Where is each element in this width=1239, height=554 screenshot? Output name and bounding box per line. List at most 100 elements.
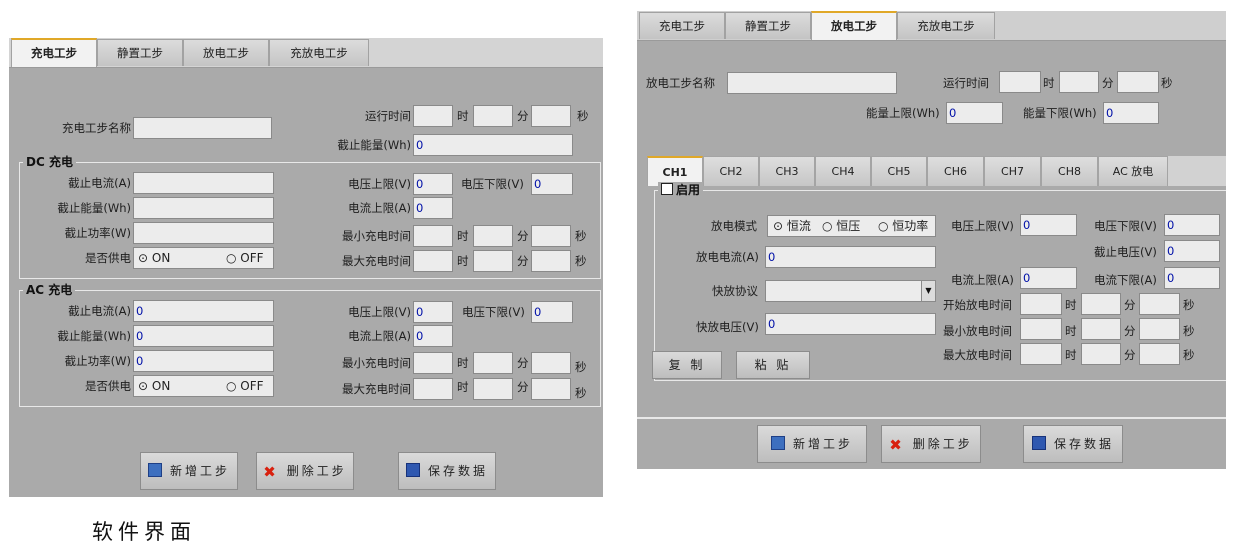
max-time-minutes-field[interactable] bbox=[1081, 343, 1121, 365]
tab-ch4[interactable]: CH4 bbox=[815, 156, 871, 186]
enable-checkbox[interactable]: 启用 bbox=[658, 182, 704, 198]
max-time-hours-field[interactable] bbox=[1020, 343, 1062, 365]
mode-constant-power-radio[interactable]: ○ 恒功率 bbox=[878, 216, 928, 236]
tab-charge-step[interactable]: 充电工步 bbox=[11, 38, 97, 67]
hours-unit: 时 bbox=[457, 109, 469, 123]
ac-max-time-seconds-field[interactable] bbox=[531, 378, 571, 400]
tab-ch8[interactable]: CH8 bbox=[1041, 156, 1098, 186]
fast-voltage-field[interactable]: 0 bbox=[765, 313, 936, 335]
max-time-seconds-field[interactable] bbox=[1139, 343, 1180, 365]
start-time-seconds-field[interactable] bbox=[1139, 293, 1180, 315]
tab-rest-step[interactable]: 静置工步 bbox=[97, 39, 183, 66]
dc-min-time-seconds-field[interactable] bbox=[531, 225, 571, 247]
run-time-label: 运行时间 bbox=[943, 76, 989, 90]
hours-unit: 时 bbox=[1065, 298, 1077, 312]
current-upper-field[interactable]: 0 bbox=[1020, 267, 1077, 289]
start-time-hours-field[interactable] bbox=[1020, 293, 1062, 315]
min-time-hours-field[interactable] bbox=[1020, 318, 1062, 340]
dc-voltage-upper-field[interactable]: 0 bbox=[413, 173, 453, 195]
delete-x-icon: ✖ bbox=[263, 463, 279, 481]
delete-step-button[interactable]: ✖ 删除工步 bbox=[256, 452, 354, 490]
charge-step-panel: 充电工步 静置工步 放电工步 充放电工步 充电工步名称 运行时间 时 分 秒 截… bbox=[9, 38, 603, 497]
dc-current-upper-field[interactable]: 0 bbox=[413, 197, 453, 219]
divider-line bbox=[637, 417, 1226, 419]
ac-voltage-upper-field[interactable]: 0 bbox=[413, 301, 453, 323]
dc-voltage-lower-field[interactable]: 0 bbox=[531, 173, 573, 195]
add-step-button[interactable]: 新增工步 bbox=[140, 452, 238, 490]
ac-supply-off-radio[interactable]: ○ OFF bbox=[226, 376, 264, 396]
dc-min-time-hours-field[interactable] bbox=[413, 225, 453, 247]
save-data-button[interactable]: 保存数据 bbox=[398, 452, 496, 490]
min-time-minutes-field[interactable] bbox=[1081, 318, 1121, 340]
tab-charge-discharge-step[interactable]: 充放电工步 bbox=[897, 12, 995, 39]
voltage-upper-field[interactable]: 0 bbox=[1020, 214, 1077, 236]
tab-ch2[interactable]: CH2 bbox=[703, 156, 759, 186]
min-time-seconds-field[interactable] bbox=[1139, 318, 1180, 340]
dc-supply-off-radio[interactable]: ○ OFF bbox=[226, 248, 264, 268]
chevron-down-icon[interactable]: ▼ bbox=[921, 281, 935, 301]
seconds-unit: 秒 bbox=[575, 360, 587, 374]
tab-ch3[interactable]: CH3 bbox=[759, 156, 815, 186]
ac-min-time-minutes-field[interactable] bbox=[473, 352, 513, 374]
dc-max-time-minutes-field[interactable] bbox=[473, 250, 513, 272]
seconds-unit: 秒 bbox=[1183, 324, 1195, 338]
ac-cutoff-energy-field[interactable]: 0 bbox=[133, 325, 274, 347]
delete-step-button[interactable]: ✖ 删除工步 bbox=[881, 425, 981, 463]
ac-cutoff-current-field[interactable]: 0 bbox=[133, 300, 274, 322]
mode-constant-voltage-radio[interactable]: ○ 恒压 bbox=[822, 216, 860, 236]
ac-min-time-seconds-field[interactable] bbox=[531, 352, 571, 374]
paste-button[interactable]: 粘 贴 bbox=[736, 351, 810, 379]
add-step-icon bbox=[147, 463, 162, 477]
run-time-hours-field[interactable] bbox=[999, 71, 1041, 93]
dc-max-time-seconds-field[interactable] bbox=[531, 250, 571, 272]
step-name-field[interactable] bbox=[727, 72, 897, 94]
tab-charge-step[interactable]: 充电工步 bbox=[639, 12, 725, 39]
add-step-label: 新增工步 bbox=[792, 437, 853, 451]
save-data-button[interactable]: 保存数据 bbox=[1023, 425, 1123, 463]
energy-lower-field[interactable]: 0 bbox=[1103, 102, 1159, 124]
minutes-unit: 分 bbox=[517, 229, 529, 243]
mode-constant-current-radio[interactable]: ⊙ 恒流 bbox=[773, 216, 811, 236]
run-time-seconds-field[interactable] bbox=[531, 105, 571, 127]
run-time-seconds-field[interactable] bbox=[1117, 71, 1159, 93]
ac-max-time-minutes-field[interactable] bbox=[473, 378, 513, 400]
dc-max-charge-time-label: 最大充电时间 bbox=[342, 254, 411, 268]
tab-discharge-step[interactable]: 放电工步 bbox=[183, 39, 269, 66]
dc-min-time-minutes-field[interactable] bbox=[473, 225, 513, 247]
tab-ac-discharge[interactable]: AC 放电 bbox=[1098, 156, 1168, 186]
cutoff-energy-field[interactable]: 0 bbox=[413, 134, 573, 156]
tab-rest-step[interactable]: 静置工步 bbox=[725, 12, 811, 39]
run-time-minutes-field[interactable] bbox=[1059, 71, 1099, 93]
copy-button[interactable]: 复 制 bbox=[652, 351, 722, 379]
discharge-current-field[interactable]: 0 bbox=[765, 246, 936, 268]
dc-cutoff-energy-field[interactable] bbox=[133, 197, 274, 219]
run-time-hours-field[interactable] bbox=[413, 105, 453, 127]
save-disk-icon bbox=[1031, 436, 1046, 450]
ac-current-upper-field[interactable]: 0 bbox=[413, 325, 453, 347]
dc-cutoff-power-field[interactable] bbox=[133, 222, 274, 244]
fast-protocol-select[interactable]: ▼ bbox=[765, 280, 936, 302]
ac-cutoff-power-field[interactable]: 0 bbox=[133, 350, 274, 372]
run-time-minutes-field[interactable] bbox=[473, 105, 513, 127]
tab-ch7[interactable]: CH7 bbox=[984, 156, 1041, 186]
tab-ch5[interactable]: CH5 bbox=[871, 156, 927, 186]
step-name-field[interactable] bbox=[133, 117, 272, 139]
ac-supply-on-radio[interactable]: ⊙ ON bbox=[138, 376, 170, 396]
tab-charge-discharge-step[interactable]: 充放电工步 bbox=[269, 39, 369, 66]
ac-voltage-lower-field[interactable]: 0 bbox=[531, 301, 573, 323]
current-lower-field[interactable]: 0 bbox=[1164, 267, 1220, 289]
add-step-button[interactable]: 新增工步 bbox=[757, 425, 867, 463]
dc-max-time-hours-field[interactable] bbox=[413, 250, 453, 272]
voltage-lower-field[interactable]: 0 bbox=[1164, 214, 1220, 236]
ac-min-charge-time-label: 最小充电时间 bbox=[342, 356, 411, 370]
dc-supply-on-radio[interactable]: ⊙ ON bbox=[138, 248, 170, 268]
minutes-unit: 分 bbox=[1124, 348, 1136, 362]
start-time-minutes-field[interactable] bbox=[1081, 293, 1121, 315]
cutoff-voltage-field[interactable]: 0 bbox=[1164, 240, 1220, 262]
tab-discharge-step[interactable]: 放电工步 bbox=[811, 11, 897, 40]
ac-min-time-hours-field[interactable] bbox=[413, 352, 453, 374]
energy-upper-field[interactable]: 0 bbox=[946, 102, 1003, 124]
dc-cutoff-current-field[interactable] bbox=[133, 172, 274, 194]
tab-ch6[interactable]: CH6 bbox=[927, 156, 984, 186]
ac-max-time-hours-field[interactable] bbox=[413, 378, 453, 400]
